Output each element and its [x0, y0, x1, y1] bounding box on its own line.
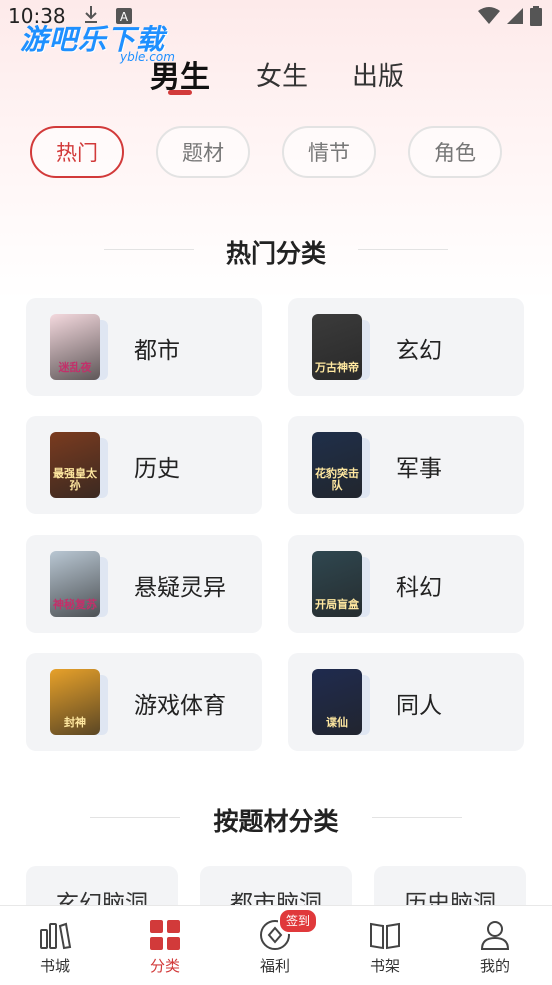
active-tab-indicator [168, 90, 192, 95]
filter-theme[interactable]: 题材 [156, 126, 250, 178]
category-card-fanfic[interactable]: 谍仙 同人 [288, 653, 524, 751]
tab-female[interactable]: 女生 [256, 56, 308, 93]
tab-publishing[interactable]: 出版 [352, 56, 404, 93]
book-cover: 花豹突击队 [312, 432, 370, 498]
bookstore-icon [40, 922, 72, 950]
filter-plot[interactable]: 情节 [282, 126, 376, 178]
book-cover-title: 封神 [64, 716, 86, 729]
category-label: 科幻 [396, 575, 442, 601]
category-card-military[interactable]: 花豹突击队 军事 [288, 416, 524, 514]
category-card-city[interactable]: 迷乱夜 都市 [26, 298, 262, 396]
category-card-history[interactable]: 最强皇太孙 历史 [26, 416, 262, 514]
book-cover-title: 最强皇太孙 [53, 467, 97, 492]
category-card-fantasy[interactable]: 万古神帝 玄幻 [288, 298, 524, 396]
theme-section-title: 按题材分类 [213, 807, 339, 836]
book-cover: 谍仙 [312, 669, 370, 735]
nav-label: 福利 [259, 957, 290, 975]
book-cover-title: 谍仙 [326, 716, 348, 729]
divider-right [372, 817, 462, 818]
nav-bookstore[interactable]: 书城 [0, 906, 110, 985]
category-card-scifi[interactable]: 开局盲盒 科幻 [288, 535, 524, 633]
nav-label: 我的 [479, 957, 510, 975]
status-icons [478, 6, 542, 26]
nav-profile[interactable]: 我的 [440, 906, 550, 985]
category-card-game-sports[interactable]: 封神 游戏体育 [26, 653, 262, 751]
filter-hot[interactable]: 热门 [30, 126, 124, 178]
theme-section-header: 按题材分类 [0, 798, 552, 838]
book-cover: 神秘复苏 [50, 551, 108, 617]
signal-icon [507, 8, 523, 24]
filter-role[interactable]: 角色 [408, 126, 502, 178]
book-cover-image: 神秘复苏 [50, 551, 100, 617]
category-label: 悬疑灵异 [134, 575, 226, 601]
book-cover-title: 万古神帝 [315, 361, 359, 374]
book-cover: 万古神帝 [312, 314, 370, 380]
checkin-badge: 签到 [278, 908, 319, 934]
book-cover-title: 花豹突击队 [315, 467, 359, 492]
book-cover-title: 神秘复苏 [53, 598, 97, 611]
book-cover-image: 迷乱夜 [50, 314, 100, 380]
nav-bookshelf[interactable]: 书架 [330, 906, 440, 985]
category-card-mystery[interactable]: 神秘复苏 悬疑灵异 [26, 535, 262, 633]
gender-tabs: 男生 女生 出版 [0, 52, 552, 102]
book-cover-image: 万古神帝 [312, 314, 362, 380]
book-cover-image: 花豹突击队 [312, 432, 362, 498]
book-cover: 最强皇太孙 [50, 432, 108, 498]
category-label: 游戏体育 [134, 693, 226, 719]
category-label: 同人 [396, 693, 442, 719]
category-label: 玄幻 [396, 338, 442, 364]
book-cover: 封神 [50, 669, 108, 735]
battery-icon [530, 6, 542, 26]
book-cover-image: 开局盲盒 [312, 551, 362, 617]
book-cover-image: 封神 [50, 669, 100, 735]
nav-label: 书架 [369, 957, 400, 975]
book-cover-title: 迷乱夜 [58, 361, 92, 374]
book-cover: 开局盲盒 [312, 551, 370, 617]
divider-right [358, 249, 448, 250]
category-label: 都市 [134, 338, 180, 364]
category-label: 军事 [396, 456, 442, 482]
book-cover-title: 开局盲盒 [315, 598, 359, 611]
book-cover-image: 最强皇太孙 [50, 432, 100, 498]
bookshelf-icon [370, 922, 400, 950]
profile-icon [480, 921, 510, 950]
category-grid-icon [150, 920, 180, 950]
wifi-icon [478, 7, 500, 24]
bottom-nav: 书城 分类 签到 福利 书架 我的 [0, 905, 552, 985]
nav-welfare[interactable]: 签到 福利 [220, 906, 330, 985]
nav-label: 分类 [149, 957, 180, 975]
nav-category[interactable]: 分类 [110, 906, 220, 985]
book-cover: 迷乱夜 [50, 314, 108, 380]
hot-section-title: 热门分类 [225, 239, 326, 268]
book-cover-image: 谍仙 [312, 669, 362, 735]
hot-section-header: 热门分类 [0, 230, 552, 270]
category-label: 历史 [134, 456, 180, 482]
nav-label: 书城 [39, 957, 70, 975]
